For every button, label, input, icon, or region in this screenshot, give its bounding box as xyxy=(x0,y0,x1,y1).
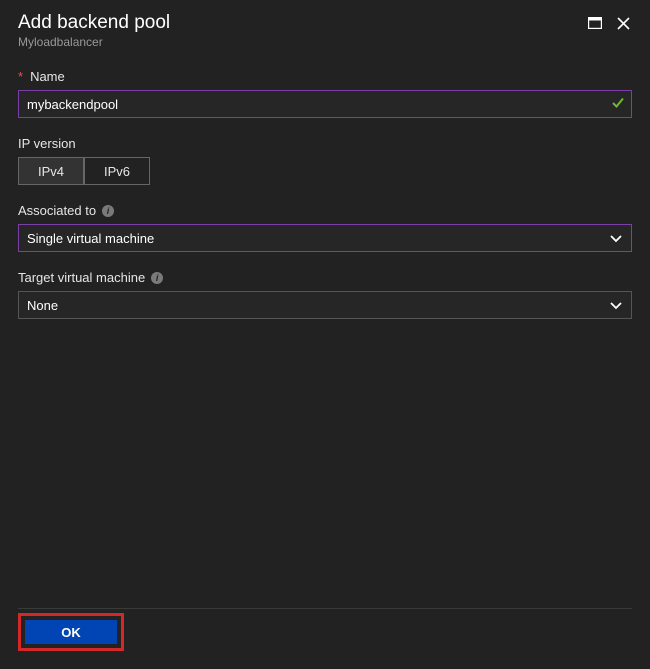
close-icon[interactable] xyxy=(614,14,632,32)
name-input[interactable] xyxy=(18,90,632,118)
target-vm-value: None xyxy=(27,298,58,313)
required-marker: * xyxy=(18,69,23,84)
target-vm-select[interactable]: None xyxy=(18,291,632,319)
info-icon[interactable]: i xyxy=(102,205,114,217)
valid-check-icon xyxy=(611,96,625,113)
ipv4-toggle-button[interactable]: IPv4 xyxy=(19,158,84,184)
name-field-group: * Name xyxy=(18,69,632,118)
associated-to-label: Associated to i xyxy=(18,203,632,218)
blade-title: Add backend pool xyxy=(18,12,170,34)
chevron-down-icon xyxy=(610,231,622,246)
form-body: * Name IP version IPv4 IPv6 Associated t… xyxy=(0,55,650,319)
name-label: * Name xyxy=(18,69,632,84)
blade-footer: OK xyxy=(18,613,124,651)
associated-to-field-group: Associated to i Single virtual machine xyxy=(18,203,632,252)
ip-version-toggle: IPv4 IPv6 xyxy=(18,157,150,185)
ipv6-toggle-button[interactable]: IPv6 xyxy=(84,158,149,184)
maximize-icon[interactable] xyxy=(586,14,604,32)
target-vm-field-group: Target virtual machine i None xyxy=(18,270,632,319)
chevron-down-icon xyxy=(610,298,622,313)
info-icon[interactable]: i xyxy=(151,272,163,284)
ip-version-field-group: IP version IPv4 IPv6 xyxy=(18,136,632,185)
blade-subtitle: Myloadbalancer xyxy=(18,35,170,49)
associated-to-select[interactable]: Single virtual machine xyxy=(18,224,632,252)
footer-separator xyxy=(18,608,632,609)
blade-header: Add backend pool Myloadbalancer xyxy=(0,0,650,55)
ok-button[interactable]: OK xyxy=(25,620,117,644)
associated-to-value: Single virtual machine xyxy=(27,231,154,246)
ip-version-label: IP version xyxy=(18,136,632,151)
target-vm-label: Target virtual machine i xyxy=(18,270,632,285)
ok-highlight-box: OK xyxy=(18,613,124,651)
